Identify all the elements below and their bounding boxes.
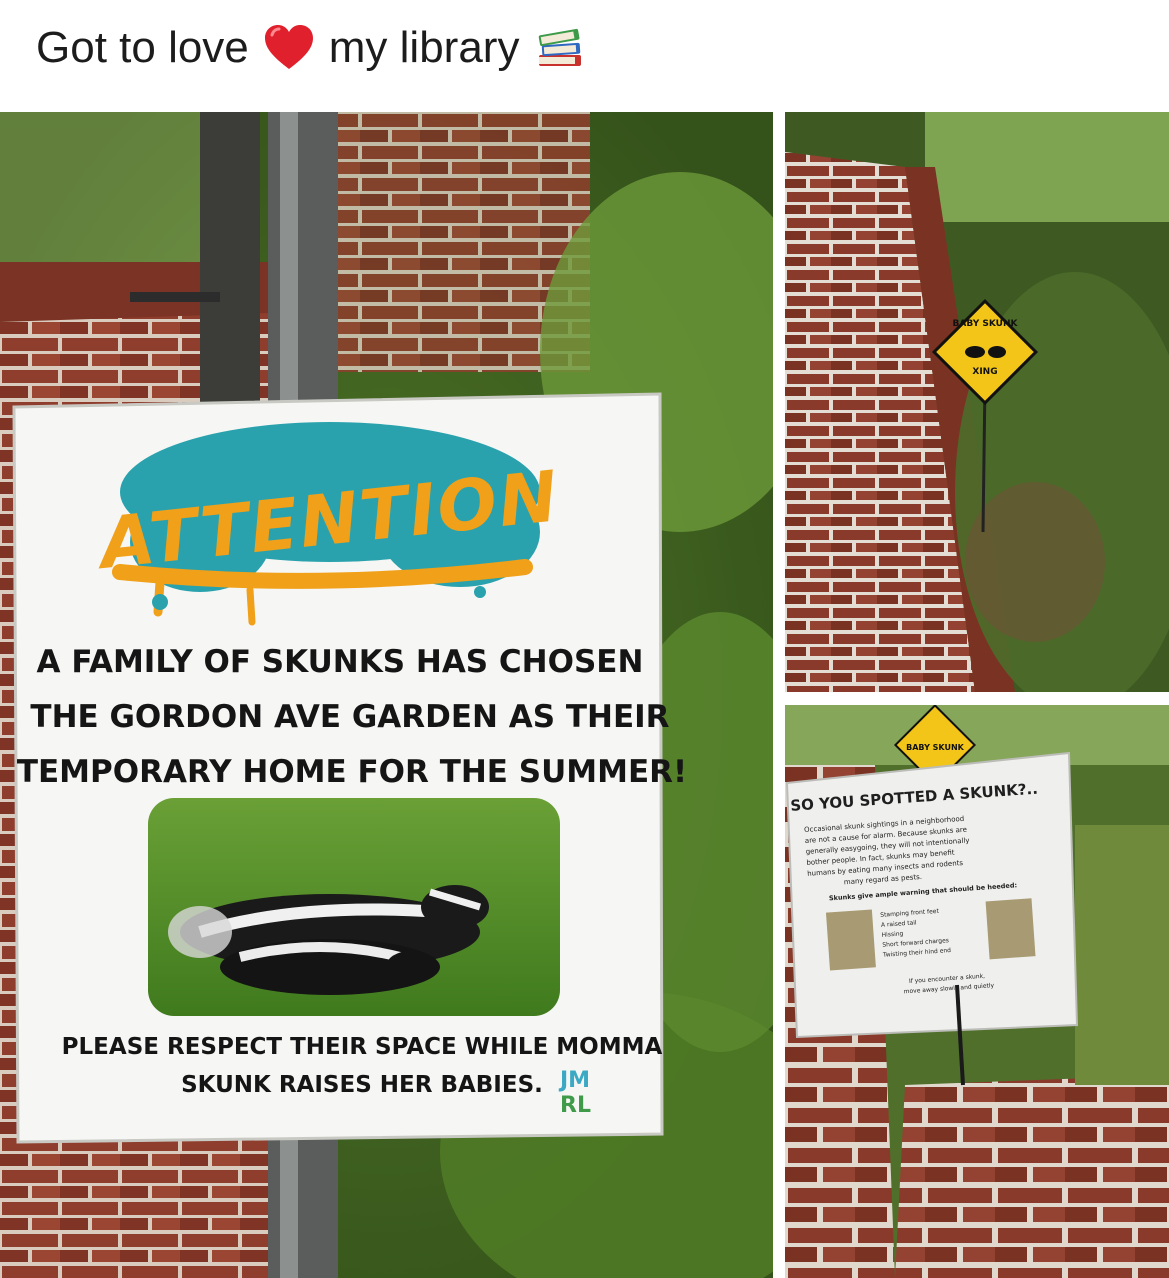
library-logo: JM RL	[558, 1068, 591, 1118]
sign-footer-2: SKUNK RAISES HER BABIES.	[181, 1072, 543, 1098]
photo-info-sign[interactable]: BABY SKUNK SO YOU SPOTTED A SKUNK?.. Occ…	[785, 705, 1169, 1278]
post-header: Got to love my library	[0, 0, 1169, 112]
sign-footer-1: PLEASE RESPECT THEIR SPACE WHILE MOMMA	[62, 1034, 663, 1060]
photo-xing-sign[interactable]: BABY SKUNK XING	[785, 112, 1169, 692]
books-icon	[533, 22, 585, 74]
corner-sign-text: BABY SKUNK	[906, 743, 965, 752]
sign-line-2: THE GORDON AVE GARDEN AS THEIR	[30, 699, 669, 735]
photo-attention-sign[interactable]: ATTENTION A FAMILY OF SKUNKS HAS CHOSEN …	[0, 112, 773, 1278]
heart-icon	[263, 22, 315, 74]
xing-top-text: BABY SKUNK	[953, 319, 1019, 329]
xing-bottom-text: XING	[972, 367, 997, 377]
skunk-photo	[148, 798, 560, 1016]
logo-top: JM	[558, 1068, 590, 1093]
caption-text-start: Got to love	[36, 23, 249, 72]
logo-bottom: RL	[560, 1093, 591, 1118]
sign-line-1: A FAMILY OF SKUNKS HAS CHOSEN	[37, 644, 644, 680]
sign-line-3: TEMPORARY HOME FOR THE SUMMER!	[17, 754, 687, 790]
post-caption: Got to love my library	[36, 22, 585, 74]
caption-text-end: my library	[328, 23, 520, 72]
